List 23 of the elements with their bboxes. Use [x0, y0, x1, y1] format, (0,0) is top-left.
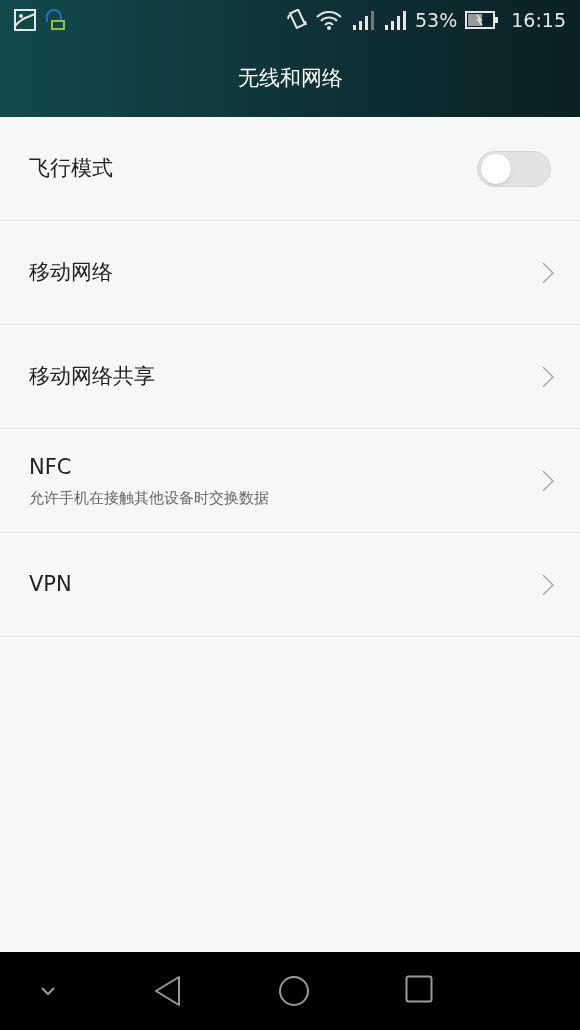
wifi-icon: [315, 9, 343, 31]
chevron-right-icon: [542, 261, 554, 284]
chevron-right-icon: [542, 469, 554, 492]
image-icon: [14, 9, 36, 31]
toggle-switch[interactable]: [477, 150, 551, 187]
home-icon[interactable]: [278, 975, 310, 1007]
vibrate-icon: [287, 9, 307, 31]
chevron-right-icon: [542, 573, 554, 596]
signal-icon: [351, 9, 375, 31]
page-title: 无线和网络: [237, 64, 343, 92]
item-label: 飞行模式: [29, 154, 114, 182]
item-label: VPN: [29, 570, 73, 598]
recent-apps-icon[interactable]: [404, 975, 433, 1003]
chevron-right-icon: [542, 365, 554, 388]
chevron-down-icon[interactable]: [40, 986, 56, 996]
battery-percent: 53%: [415, 7, 458, 33]
battery-charging-icon: [465, 10, 500, 30]
item-label: 移动网络: [29, 258, 114, 286]
signal-icon: [383, 9, 407, 31]
item-label: 移动网络共享: [29, 362, 156, 390]
item-summary: 允许手机在接触其他设备时交换数据: [29, 488, 270, 509]
item-label: NFC: [29, 453, 73, 481]
clock: 16:15: [511, 7, 566, 33]
